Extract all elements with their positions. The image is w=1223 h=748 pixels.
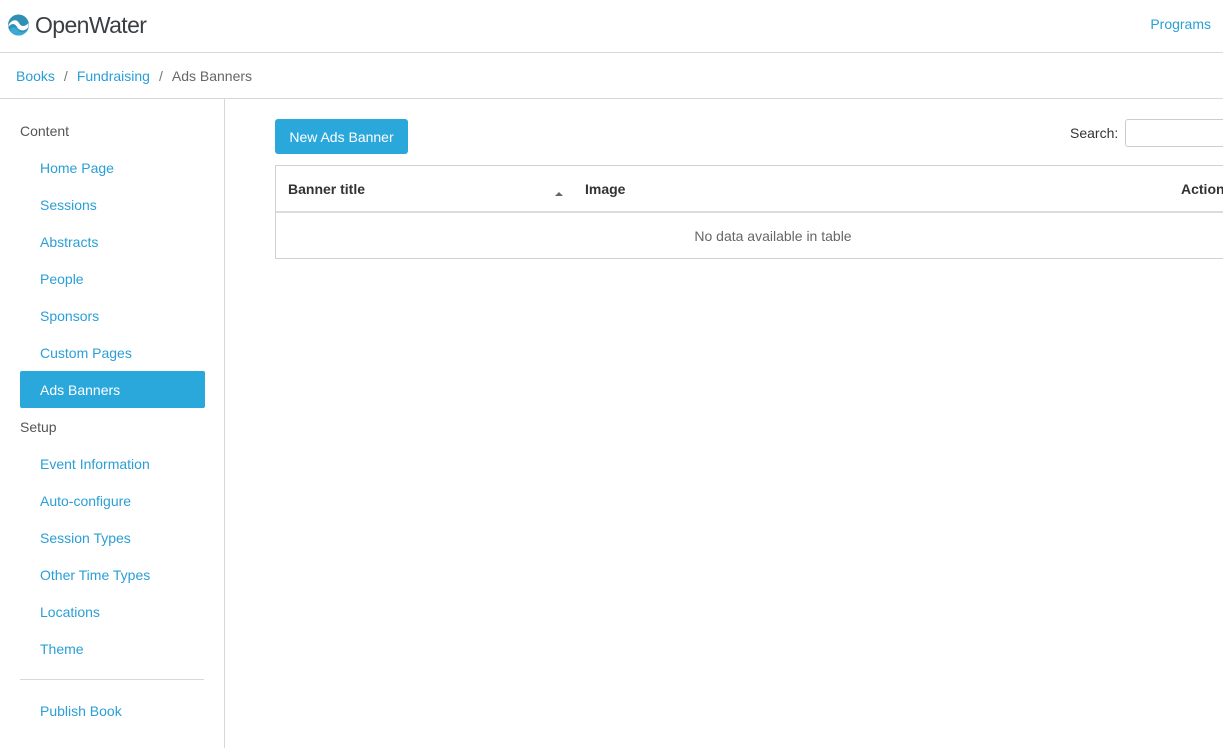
sidebar: Content Home Page Sessions Abstracts Peo… xyxy=(0,99,225,748)
sidebar-item-people[interactable]: People xyxy=(20,260,205,297)
sidebar-item-abstracts[interactable]: Abstracts xyxy=(20,223,205,260)
app-logo[interactable]: OpenWater xyxy=(7,11,147,39)
sidebar-item-home-page[interactable]: Home Page xyxy=(20,149,205,186)
breadcrumb-current: Ads Banners xyxy=(171,67,253,84)
search-label: Search: xyxy=(1070,125,1119,141)
sidebar-item-theme[interactable]: Theme xyxy=(20,630,205,667)
empty-table-message: No data available in table xyxy=(694,228,852,244)
sidebar-item-ads-banners[interactable]: Ads Banners xyxy=(20,371,205,408)
programs-link[interactable]: Programs xyxy=(1150,16,1211,32)
sidebar-item-auto-configure[interactable]: Auto-configure xyxy=(20,482,205,519)
sidebar-item-custom-pages[interactable]: Custom Pages xyxy=(20,334,205,371)
sidebar-item-locations[interactable]: Locations xyxy=(20,593,205,630)
sort-asc-icon[interactable] xyxy=(554,184,564,202)
sidebar-item-event-information[interactable]: Event Information xyxy=(20,445,205,482)
sidebar-heading-setup: Setup xyxy=(20,419,57,435)
sidebar-item-publish-book[interactable]: Publish Book xyxy=(20,692,205,729)
table-header-row: Banner title Image Action xyxy=(276,166,1223,213)
breadcrumb-separator: / xyxy=(63,67,68,84)
openwater-wave-icon xyxy=(7,13,30,37)
sidebar-item-other-time-types[interactable]: Other Time Types xyxy=(20,556,205,593)
column-header-image[interactable]: Image xyxy=(585,181,625,197)
top-navbar: OpenWater Programs xyxy=(0,0,1223,53)
new-ads-banner-button[interactable]: New Ads Banner xyxy=(275,119,408,154)
sidebar-item-session-types[interactable]: Session Types xyxy=(20,519,205,556)
sidebar-item-sponsors[interactable]: Sponsors xyxy=(20,297,205,334)
breadcrumb: Books / Fundraising / Ads Banners xyxy=(0,53,1223,99)
column-header-banner-title[interactable]: Banner title xyxy=(288,181,365,197)
sidebar-heading-content: Content xyxy=(20,123,70,139)
logo-text: OpenWater xyxy=(35,12,147,38)
breadcrumb-books[interactable]: Books xyxy=(16,68,55,84)
search-input[interactable] xyxy=(1125,119,1223,147)
breadcrumb-fundraising[interactable]: Fundraising xyxy=(77,68,150,84)
column-header-action[interactable]: Action xyxy=(1181,181,1223,197)
breadcrumb-separator: / xyxy=(158,67,163,84)
ads-banners-table: Banner title Image Action No data availa… xyxy=(275,165,1223,259)
sidebar-divider xyxy=(20,679,204,680)
sidebar-item-sessions[interactable]: Sessions xyxy=(20,186,205,223)
